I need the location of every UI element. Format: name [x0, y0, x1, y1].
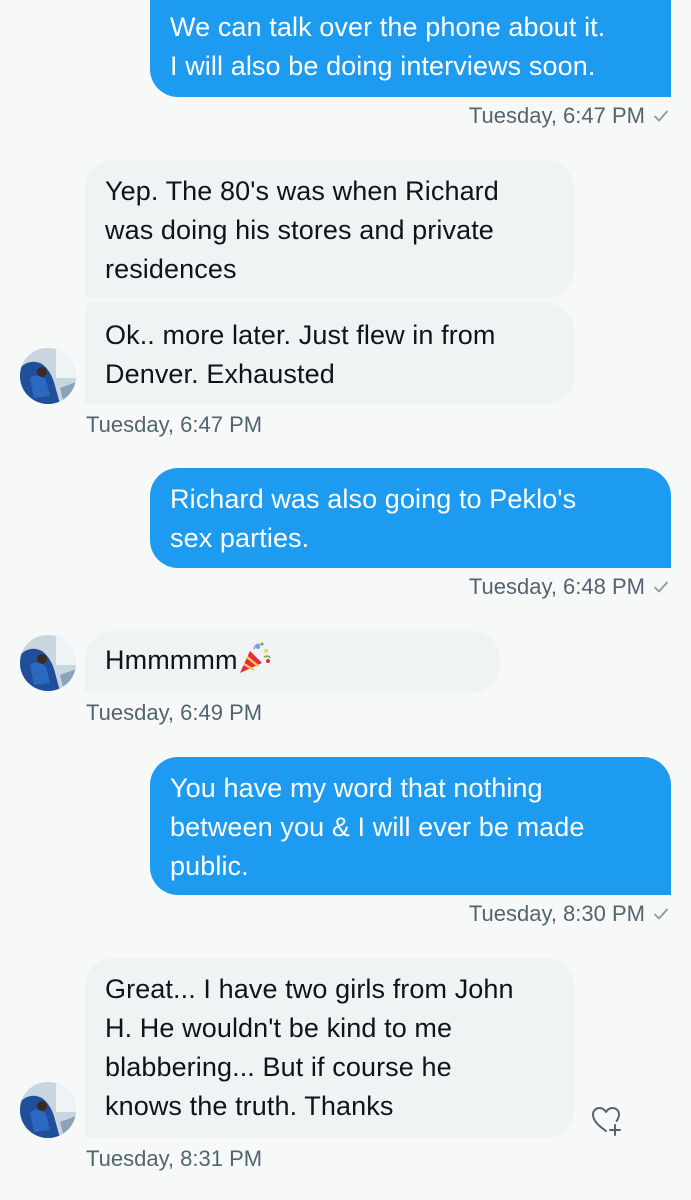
message-timestamp: Tuesday, 6:47 PM: [469, 103, 669, 129]
message-line: blabbering... But if course he: [105, 1052, 452, 1082]
message-line: knows the truth. Thanks: [105, 1091, 394, 1121]
message-line: I will also be doing interviews soon.: [170, 51, 596, 81]
message-incoming[interactable]: Great... I have two girls from John H. H…: [85, 958, 574, 1138]
message-line: Hmmmmm: [105, 645, 238, 675]
message-line: was doing his stores and private: [105, 215, 494, 245]
timestamp-text: Tuesday, 8:31 PM: [86, 1146, 263, 1171]
message-timestamp: Tuesday, 6:48 PM: [469, 574, 669, 600]
check-icon: [654, 908, 668, 920]
message-incoming[interactable]: Yep. The 80's was when Richard was doing…: [85, 160, 574, 298]
message-line: residences: [105, 254, 237, 284]
message-line: You have my word that nothing: [170, 773, 543, 803]
message-line: Ok.. more later. Just flew in from: [105, 320, 496, 350]
party-popper-icon: [239, 642, 271, 673]
message-line: between you & I will ever be made: [170, 812, 585, 842]
avatar[interactable]: [20, 635, 76, 691]
avatar-image: [20, 348, 76, 404]
message-line: Great... I have two girls from John: [105, 974, 514, 1004]
avatar[interactable]: [20, 348, 76, 404]
message-line: H. He wouldn't be kind to me: [105, 1013, 453, 1043]
avatar-image: [20, 635, 76, 691]
message-timestamp: Tuesday, 8:30 PM: [469, 901, 669, 927]
message-line: Denver. Exhausted: [105, 359, 335, 389]
avatar[interactable]: [20, 1082, 76, 1138]
message-timestamp: Tuesday, 6:47 PM: [86, 412, 262, 438]
message-incoming[interactable]: Ok.. more later. Just flew in from Denve…: [85, 303, 574, 404]
message-line: Richard was also going to Peklo's: [170, 484, 577, 514]
message-timestamp: Tuesday, 6:49 PM: [86, 700, 262, 726]
avatar-image: [20, 1082, 76, 1138]
message-outgoing[interactable]: You have my word that nothing between yo…: [150, 757, 671, 895]
message-outgoing[interactable]: We can talk over the phone about it. I w…: [150, 0, 671, 97]
message-incoming[interactable]: Hmmmmm: [85, 631, 500, 693]
timestamp-text: Tuesday, 6:47 PM: [468, 103, 645, 128]
add-reaction-heart-icon[interactable]: [589, 1102, 625, 1138]
check-icon: [654, 110, 668, 122]
timestamp-text: Tuesday, 8:30 PM: [468, 901, 645, 926]
message-outgoing[interactable]: Richard was also going to Peklo's sex pa…: [150, 468, 671, 568]
message-line: public.: [170, 851, 249, 881]
timestamp-text: Tuesday, 6:49 PM: [86, 700, 263, 725]
message-line: Yep. The 80's was when Richard: [105, 176, 499, 206]
timestamp-text: Tuesday, 6:47 PM: [86, 412, 263, 437]
timestamp-text: Tuesday, 6:48 PM: [468, 574, 645, 599]
check-icon: [654, 581, 668, 593]
message-line: sex parties.: [170, 523, 310, 553]
message-line: We can talk over the phone about it.: [170, 12, 606, 42]
message-timestamp: Tuesday, 8:31 PM: [86, 1146, 262, 1172]
